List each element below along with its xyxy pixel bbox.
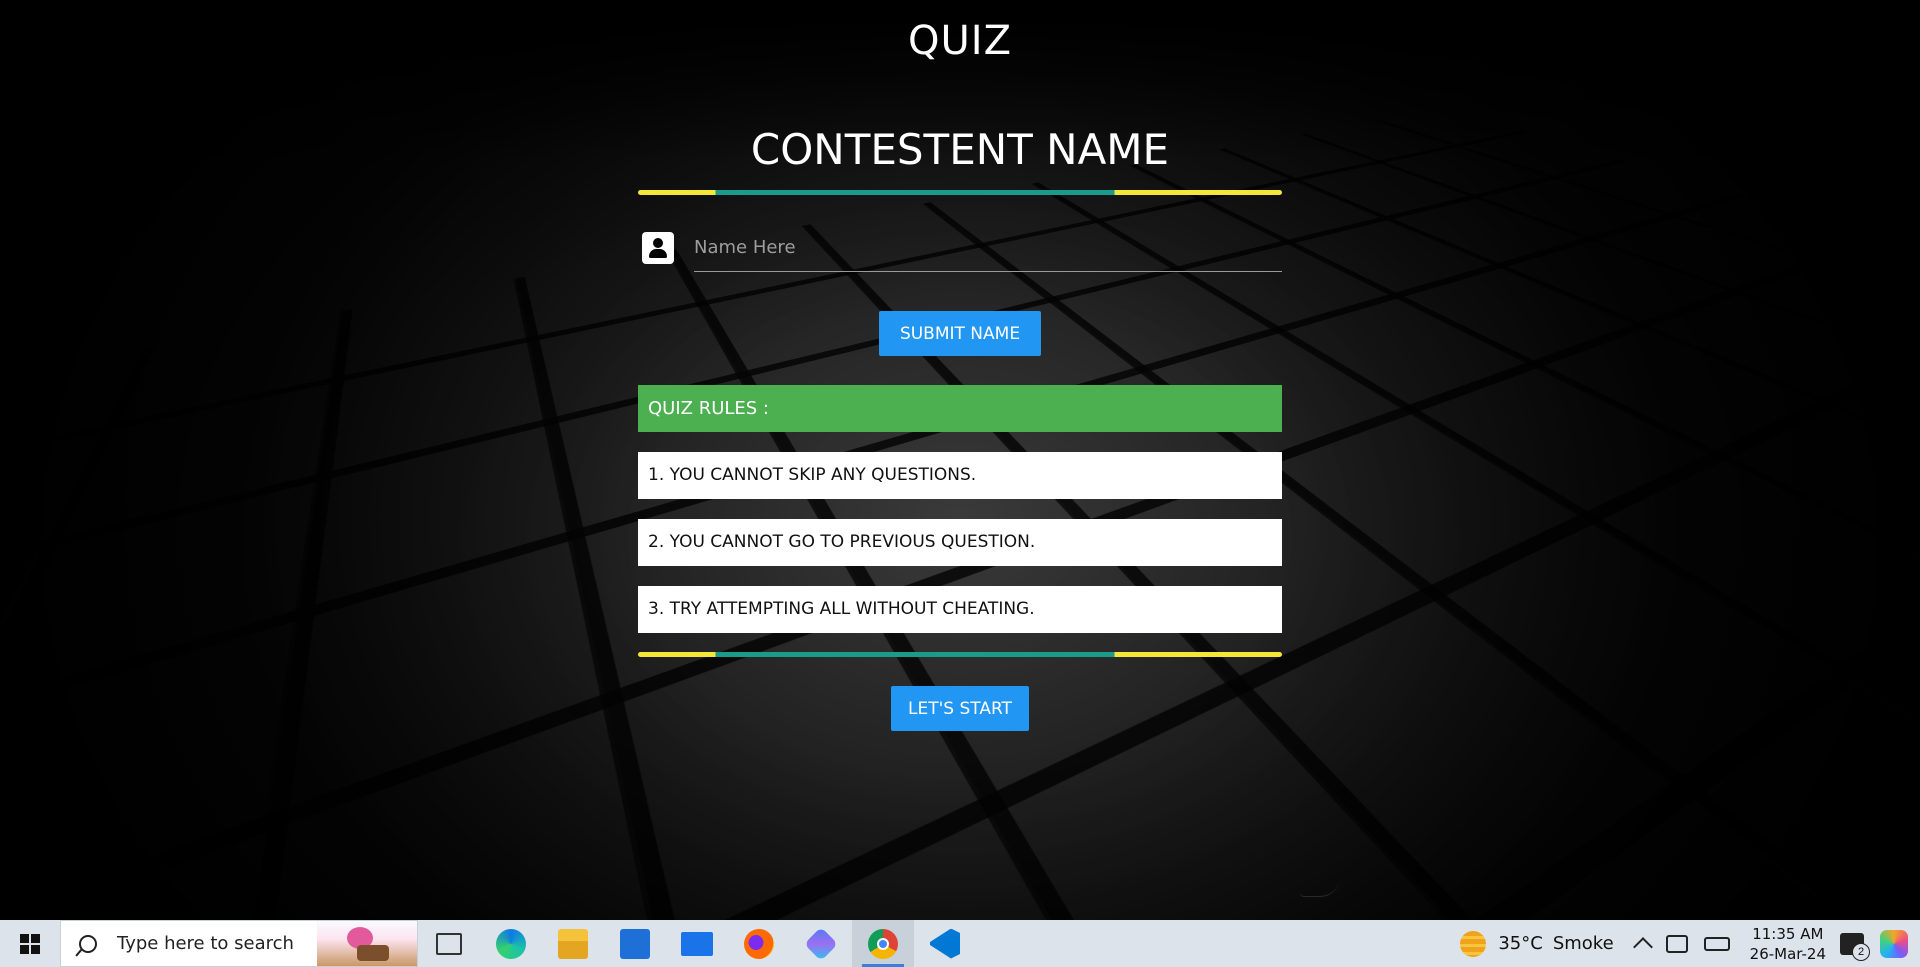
store-icon xyxy=(620,928,650,959)
task-view-icon xyxy=(436,932,462,955)
name-input[interactable] xyxy=(694,224,1282,272)
taskbar-copilot-app[interactable] xyxy=(790,920,852,967)
taskbar-chrome[interactable] xyxy=(852,920,914,967)
clock-date: 26-Mar-24 xyxy=(1749,944,1826,963)
rule-item: 2. YOU CANNOT GO TO PREVIOUS QUESTION. xyxy=(638,519,1282,566)
start-quiz-button[interactable]: LET'S START xyxy=(891,686,1029,731)
contestant-heading: CONTESTENT NAME xyxy=(750,125,1170,174)
vscode-icon xyxy=(930,928,960,959)
contact-card-icon xyxy=(642,232,674,264)
page-title: QUIZ xyxy=(908,18,1012,64)
file-explorer-icon xyxy=(558,928,588,959)
copilot-app-icon xyxy=(804,926,838,961)
weather-widget[interactable]: 35°C Smoke xyxy=(1460,930,1614,957)
notification-count-badge: 2 xyxy=(1852,942,1870,961)
rule-item: 1. YOU CANNOT SKIP ANY QUESTIONS. xyxy=(638,452,1282,499)
search-icon xyxy=(79,934,97,953)
meet-now-icon[interactable] xyxy=(1665,934,1688,953)
windows-logo-icon xyxy=(20,933,40,954)
taskbar-file-explorer[interactable] xyxy=(542,920,604,967)
notification-center-icon[interactable]: 2 xyxy=(1840,932,1870,961)
edge-icon xyxy=(496,928,526,959)
mail-icon xyxy=(681,931,713,956)
taskbar-task-view[interactable] xyxy=(418,920,480,967)
taskbar-clock[interactable]: 11:35 AM 26-Mar-24 xyxy=(1750,924,1826,964)
top-divider xyxy=(638,190,1282,195)
taskbar-vscode[interactable] xyxy=(914,920,976,967)
bottom-divider xyxy=(638,652,1282,657)
start-button[interactable] xyxy=(0,920,60,967)
hazy-sun-icon xyxy=(1460,930,1487,957)
chevron-up-icon[interactable] xyxy=(1632,936,1653,957)
quiz-form: CONTESTENT NAME SUBMIT NAME QUIZ RULES :… xyxy=(638,120,1282,731)
taskbar-store[interactable] xyxy=(604,920,666,967)
taskbar: Type here to search 35°C Smoke 11:35 AM … xyxy=(0,920,1920,967)
rule-item: 3. TRY ATTEMPTING ALL WITHOUT CHEATING. xyxy=(638,586,1282,633)
name-row xyxy=(638,223,1282,273)
taskbar-firefox[interactable] xyxy=(728,920,790,967)
taskbar-search-box[interactable]: Type here to search xyxy=(60,920,418,967)
firefox-icon xyxy=(744,928,774,959)
weather-temperature: 35°C xyxy=(1498,933,1543,954)
search-placeholder: Type here to search xyxy=(117,933,294,954)
system-tray xyxy=(1632,934,1730,957)
quiz-rules-header: QUIZ RULES : xyxy=(638,385,1282,432)
weather-condition: Smoke xyxy=(1552,933,1614,954)
battery-icon[interactable] xyxy=(1703,936,1730,951)
search-highlight-image xyxy=(317,921,417,966)
taskbar-edge[interactable] xyxy=(480,920,542,967)
clock-time: 11:35 AM xyxy=(1752,924,1824,943)
submit-name-button[interactable]: SUBMIT NAME xyxy=(879,311,1041,356)
chrome-icon xyxy=(868,928,898,959)
copilot-icon[interactable] xyxy=(1880,929,1908,958)
taskbar-mail[interactable] xyxy=(666,920,728,967)
